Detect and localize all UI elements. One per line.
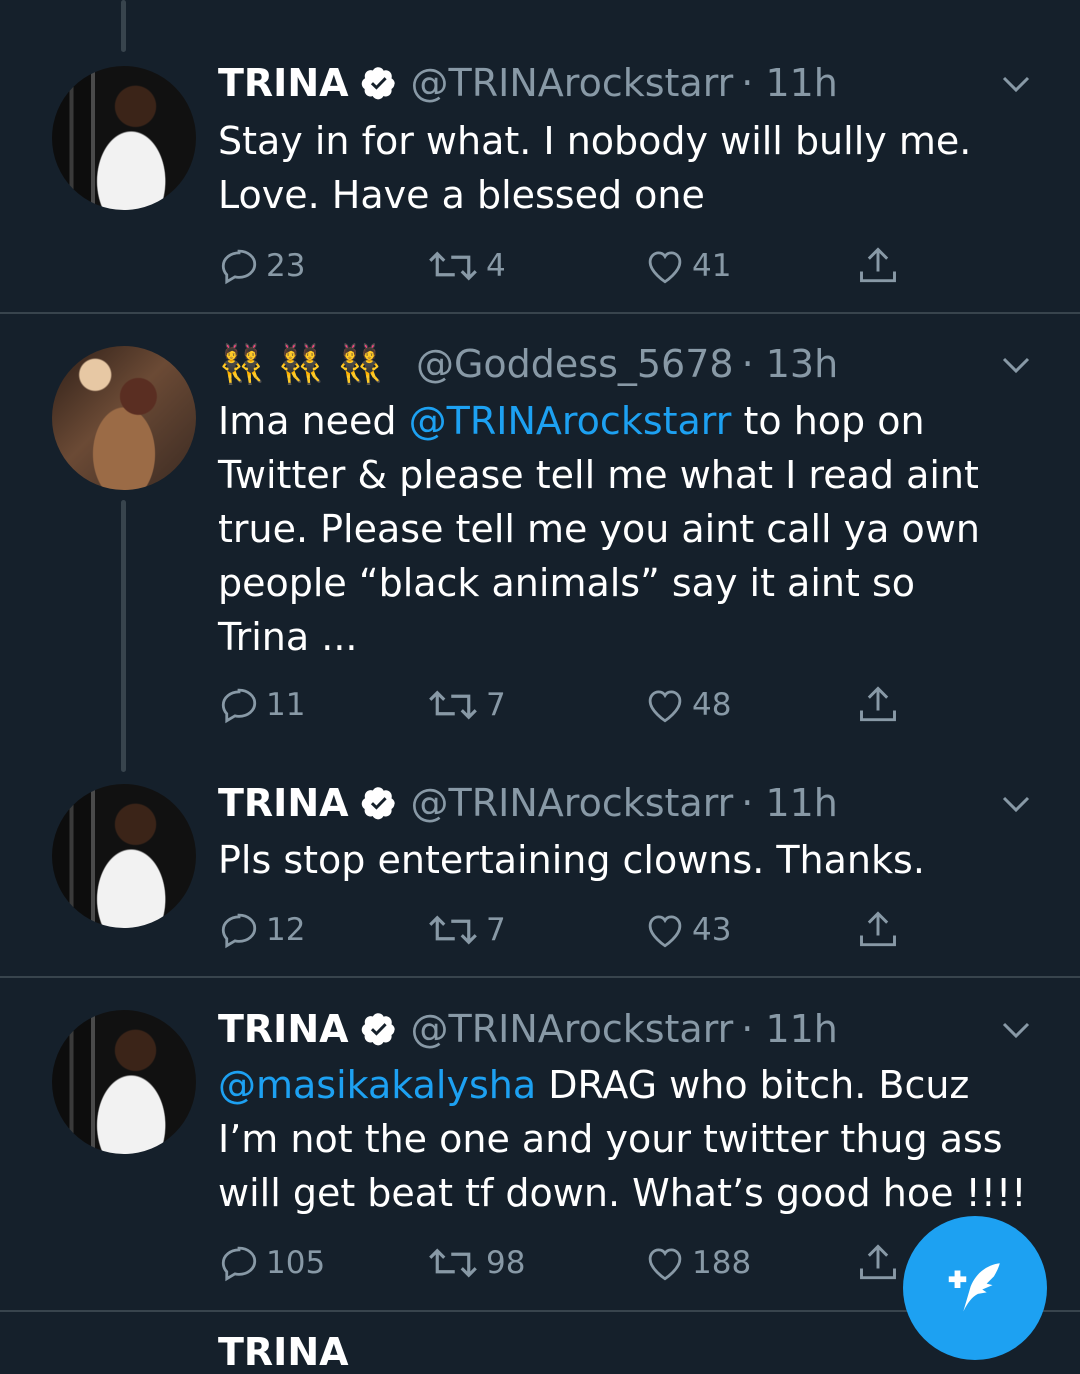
- reply-icon: [221, 249, 257, 285]
- retweet-icon: [429, 251, 477, 281]
- share-button[interactable]: [856, 1238, 906, 1288]
- retweet-button[interactable]: 98: [426, 1238, 525, 1288]
- retweet-icon: [429, 915, 477, 945]
- thread-line: [121, 500, 126, 772]
- heart-icon: [648, 251, 682, 284]
- share-button[interactable]: [856, 905, 906, 955]
- share-icon: [860, 911, 896, 947]
- retweet-count: 4: [486, 248, 506, 284]
- reply-button[interactable]: 23: [218, 241, 305, 291]
- verified-badge-icon: [361, 787, 395, 820]
- tweet-header: 👯👯👯 @Goddess_5678 · 13h: [218, 339, 838, 389]
- heart-icon: [648, 690, 682, 723]
- author-handle[interactable]: @TRINArockstarr: [411, 61, 734, 105]
- compose-tweet-button[interactable]: [903, 1216, 1047, 1360]
- retweet-count: 98: [486, 1245, 526, 1281]
- share-icon: [860, 247, 896, 283]
- tweet-time: · 11h: [741, 61, 838, 105]
- avatar[interactable]: [52, 1010, 196, 1154]
- reply-count: 105: [266, 1245, 326, 1281]
- reply-button[interactable]: 105: [218, 1238, 325, 1288]
- tweet-time: · 11h: [741, 781, 838, 825]
- tweet-header: TRINA @TRINArockstarr · 11h: [218, 778, 838, 828]
- verified-badge-icon: [361, 67, 395, 100]
- like-button[interactable]: 41: [644, 241, 731, 291]
- retweet-count: 7: [486, 687, 506, 723]
- retweet-button[interactable]: 7: [426, 905, 506, 955]
- tweet[interactable]: TRINA @TRINArockstarr · 11h Stay in for …: [0, 0, 1080, 312]
- share-button[interactable]: [856, 680, 906, 730]
- tweet-text: Ima need @TRINArockstarr to hop on Twitt…: [218, 394, 1018, 664]
- tweet-time: · 13h: [741, 342, 839, 386]
- reply-icon: [221, 688, 257, 724]
- like-button[interactable]: 48: [644, 680, 731, 730]
- retweet-icon: [429, 690, 477, 720]
- tweet-actions: 23 4 41: [218, 241, 918, 291]
- reply-count: 23: [266, 248, 306, 284]
- tweet-actions: 11 7 48: [218, 680, 918, 730]
- like-count: 41: [692, 248, 732, 284]
- chevron-down-icon[interactable]: [998, 1012, 1034, 1048]
- tweet-actions: 12 7 43: [218, 905, 918, 955]
- like-count: 188: [692, 1245, 752, 1281]
- share-icon: [860, 1244, 896, 1280]
- tweet-header: TRINA @TRINArockstarr · 11h: [218, 58, 838, 108]
- chevron-down-icon[interactable]: [998, 347, 1034, 383]
- author-name[interactable]: TRINA: [218, 781, 349, 825]
- like-count: 43: [692, 912, 732, 948]
- share-button[interactable]: [856, 241, 906, 291]
- tweet-time: · 11h: [741, 1007, 838, 1051]
- author-handle[interactable]: @TRINArockstarr: [411, 1007, 734, 1051]
- author-name[interactable]: TRINA: [218, 1330, 349, 1374]
- author-handle[interactable]: @TRINArockstarr: [411, 781, 734, 825]
- tweet-text: @masikakalysha DRAG who bitch. Bcuz I’m …: [218, 1058, 1038, 1220]
- verified-badge-icon: [361, 1013, 395, 1046]
- tweet[interactable]: 👯👯👯 @Goddess_5678 · 13h Ima need @TRINAr…: [0, 314, 1080, 774]
- compose-tweet-icon: [948, 1263, 1000, 1312]
- retweet-button[interactable]: 7: [426, 680, 506, 730]
- retweet-button[interactable]: 4: [426, 241, 506, 291]
- tweet-header: TRINA @TRINArockstarr · 11h: [218, 1004, 838, 1054]
- tweet-text: Pls stop entertaining clowns. Thanks.: [218, 838, 925, 882]
- heart-icon: [648, 1248, 682, 1281]
- avatar[interactable]: [52, 346, 196, 490]
- display-name-emoji[interactable]: 👯👯👯: [218, 342, 396, 387]
- avatar[interactable]: [52, 66, 196, 210]
- like-button[interactable]: 188: [644, 1238, 751, 1288]
- mention-link[interactable]: @TRINArockstarr: [409, 399, 732, 443]
- author-name[interactable]: TRINA: [218, 1007, 349, 1051]
- reply-button[interactable]: 11: [218, 680, 305, 730]
- avatar[interactable]: [52, 784, 196, 928]
- tweet-actions: 105 98 188: [218, 1238, 918, 1288]
- mention-link[interactable]: @masikakalysha: [218, 1063, 536, 1107]
- like-button[interactable]: 43: [644, 905, 731, 955]
- tweet-text-part: Ima need: [218, 399, 409, 443]
- tweet-text: Stay in for what. I nobody will bully me…: [218, 119, 972, 217]
- tweet[interactable]: TRINA @TRINArockstarr · 11h Pls stop ent…: [0, 774, 1080, 976]
- chevron-down-icon[interactable]: [998, 786, 1034, 822]
- chevron-down-icon[interactable]: [998, 66, 1034, 102]
- heart-icon: [648, 915, 682, 948]
- reply-button[interactable]: 12: [218, 905, 305, 955]
- share-icon: [860, 686, 896, 722]
- reply-count: 11: [266, 687, 306, 723]
- author-handle[interactable]: @Goddess_5678: [416, 342, 734, 386]
- reply-count: 12: [266, 912, 306, 948]
- like-count: 48: [692, 687, 732, 723]
- retweet-icon: [429, 1248, 477, 1278]
- reply-icon: [221, 913, 257, 949]
- retweet-count: 7: [486, 912, 506, 948]
- author-name[interactable]: TRINA: [218, 61, 349, 105]
- reply-icon: [221, 1246, 257, 1282]
